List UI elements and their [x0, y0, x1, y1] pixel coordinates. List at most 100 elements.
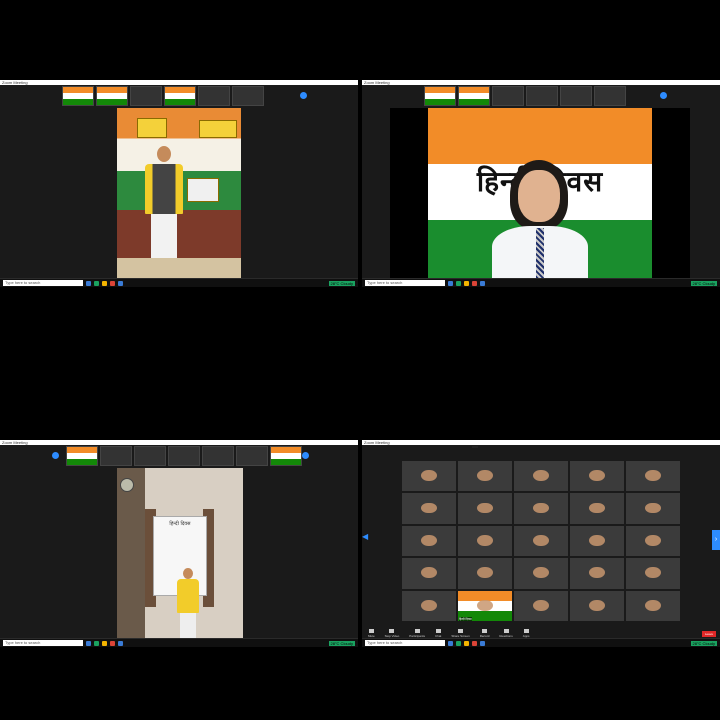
- thumbnail[interactable]: [164, 86, 196, 106]
- record-icon: [482, 629, 488, 633]
- participant-tile[interactable]: [570, 461, 624, 492]
- participants-button[interactable]: Participants: [409, 629, 425, 638]
- weather-badge[interactable]: 28°C Cloudy: [328, 640, 355, 646]
- weather-badge[interactable]: 28°C Cloudy: [690, 640, 717, 646]
- zoom-app-icon[interactable]: [480, 280, 485, 286]
- reactions-button[interactable]: Reactions: [499, 629, 513, 638]
- thumbnail[interactable]: [100, 446, 132, 466]
- thumbnail[interactable]: [130, 86, 162, 106]
- stop-video-button[interactable]: Stop Video: [385, 629, 399, 638]
- app-icon[interactable]: [94, 280, 99, 286]
- leave-button[interactable]: Leave: [701, 630, 716, 637]
- app-icon[interactable]: [110, 280, 115, 286]
- speaker-tie: [536, 228, 544, 278]
- thumbnail[interactable]: [492, 86, 524, 106]
- taskbar-search-input[interactable]: Type here to search: [365, 640, 445, 646]
- participant-tile[interactable]: [514, 590, 568, 621]
- app-icon[interactable]: [456, 280, 461, 286]
- zoom-app-icon[interactable]: [118, 640, 123, 646]
- participant-tile[interactable]: [402, 493, 456, 524]
- taskbar-search-input[interactable]: Type here to search: [3, 280, 83, 286]
- thumbnail[interactable]: [134, 446, 166, 466]
- participant-tile[interactable]: [458, 558, 512, 589]
- board-title: हिन्दी दिवस: [169, 521, 191, 527]
- thumbnail[interactable]: [560, 86, 592, 106]
- app-icon[interactable]: [102, 280, 107, 286]
- participant-tile[interactable]: [458, 493, 512, 524]
- thumbnail[interactable]: [232, 86, 264, 106]
- app-icon[interactable]: [464, 640, 469, 646]
- thumbnail[interactable]: [202, 446, 234, 466]
- participant-tile[interactable]: [570, 558, 624, 589]
- participant-tile[interactable]: [402, 590, 456, 621]
- thumbnail[interactable]: [270, 446, 302, 466]
- system-tray: 28°C Cloudy: [328, 640, 355, 646]
- thumbnail[interactable]: [236, 446, 268, 466]
- app-icon[interactable]: [456, 640, 461, 646]
- thumbnail[interactable]: [526, 86, 558, 106]
- weather-badge[interactable]: 28°C Cloudy: [690, 280, 717, 286]
- participants-icon: [414, 629, 420, 633]
- app-icon[interactable]: [86, 640, 91, 646]
- participant-tile[interactable]: [570, 590, 624, 621]
- taskbar-search-input[interactable]: Type here to search: [365, 280, 445, 286]
- app-icon[interactable]: [448, 280, 453, 286]
- participant-tile[interactable]: [626, 590, 680, 621]
- share-screen-button[interactable]: Share Screen: [451, 629, 470, 638]
- participant-tile[interactable]: [570, 493, 624, 524]
- weather-badge[interactable]: 28°C Cloudy: [328, 280, 355, 286]
- participant-tile[interactable]: [514, 525, 568, 557]
- record-button[interactable]: Record: [480, 629, 489, 638]
- strip-next-arrow-icon[interactable]: [302, 452, 309, 459]
- app-icon[interactable]: [94, 640, 99, 646]
- thumbnail[interactable]: [168, 446, 200, 466]
- mute-icon: [368, 629, 374, 633]
- app-icon[interactable]: [448, 640, 453, 646]
- thumbnail-strip[interactable]: [424, 86, 626, 106]
- windows-taskbar: Type here to search 28°C Cloudy: [362, 638, 720, 647]
- participant-tile[interactable]: [626, 461, 680, 492]
- app-icon[interactable]: [472, 640, 477, 646]
- thumbnail-strip[interactable]: [66, 446, 302, 466]
- participant-tile[interactable]: हिन्दी दिवस: [458, 590, 512, 621]
- thumbnail[interactable]: [62, 86, 94, 106]
- zoom-app-icon[interactable]: [480, 640, 485, 646]
- thumbnail[interactable]: [66, 446, 98, 466]
- app-icon[interactable]: [110, 640, 115, 646]
- participant-tile[interactable]: [514, 493, 568, 524]
- chat-button[interactable]: Chat: [435, 629, 441, 638]
- participant-tile[interactable]: [402, 525, 456, 557]
- thumbnail[interactable]: [424, 86, 456, 106]
- strip-prev-arrow-icon[interactable]: [52, 452, 59, 459]
- participant-tile[interactable]: [458, 525, 512, 557]
- app-icon[interactable]: [86, 280, 91, 286]
- participant-tile[interactable]: [402, 558, 456, 589]
- zoom-app-icon[interactable]: [118, 280, 123, 286]
- taskbar-search-input[interactable]: Type here to search: [3, 640, 83, 646]
- mute-button[interactable]: Mute: [368, 629, 375, 638]
- apps-button[interactable]: Apps: [523, 629, 530, 638]
- participant-tile[interactable]: [570, 525, 624, 557]
- participant-tile[interactable]: [514, 461, 568, 492]
- app-icon[interactable]: [472, 280, 477, 286]
- gallery-prev-arrow-icon[interactable]: ◀: [362, 532, 368, 541]
- thumbnail[interactable]: [198, 86, 230, 106]
- gallery-next-arrow-icon[interactable]: ›: [712, 530, 720, 550]
- participant-tile[interactable]: [626, 525, 680, 557]
- participant-tile[interactable]: [402, 461, 456, 492]
- thumbnail[interactable]: [594, 86, 626, 106]
- stop-video-icon: [389, 629, 395, 633]
- windows-taskbar: Type here to search 28°C Cloudy: [0, 638, 358, 647]
- participant-tile[interactable]: [626, 493, 680, 524]
- strip-next-arrow-icon[interactable]: [660, 92, 667, 99]
- participant-tile[interactable]: [626, 558, 680, 589]
- participant-tile[interactable]: [514, 558, 568, 589]
- flag-tile-text: हिन्दी दिवस: [459, 616, 472, 621]
- thumbnail[interactable]: [458, 86, 490, 106]
- participant-tile[interactable]: [458, 461, 512, 492]
- app-icon[interactable]: [464, 280, 469, 286]
- thumbnail[interactable]: [96, 86, 128, 106]
- strip-next-arrow-icon[interactable]: [300, 92, 307, 99]
- app-icon[interactable]: [102, 640, 107, 646]
- thumbnail-strip[interactable]: [62, 86, 264, 106]
